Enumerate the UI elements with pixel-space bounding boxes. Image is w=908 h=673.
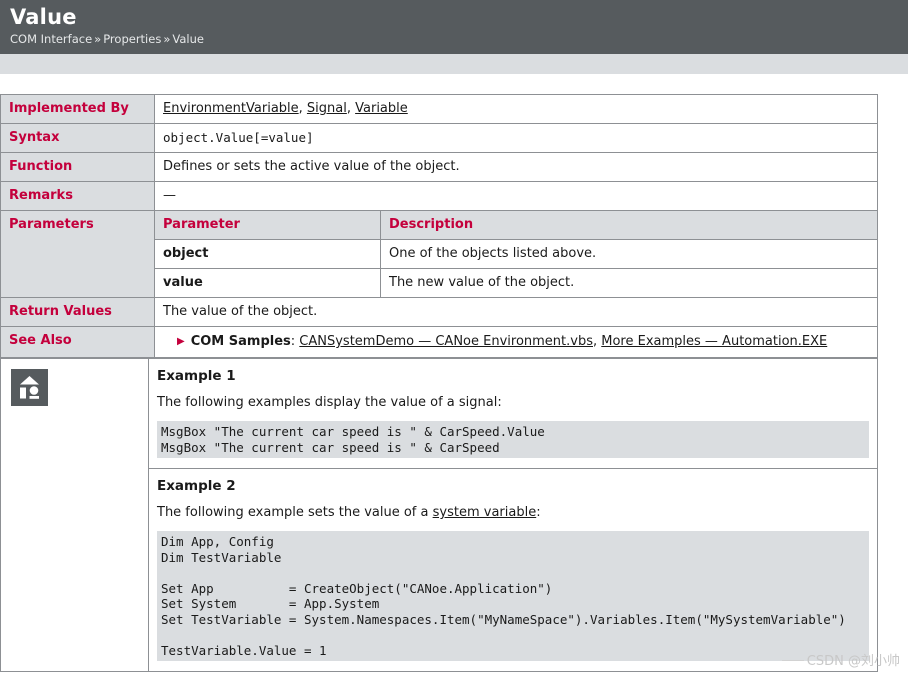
- link-separator: ,: [346, 101, 356, 116]
- table-row-return-values: Return Values The value of the object.: [0, 297, 878, 327]
- link-separator: ,: [298, 101, 307, 116]
- table-row-syntax: Syntax object.Value[=value]: [0, 123, 878, 153]
- row-value-remarks: —: [154, 181, 878, 211]
- triangle-right-icon: ▶: [177, 336, 185, 347]
- example-1-title: Example 1: [157, 368, 236, 384]
- code-line: Set App = CreateObject("CANoe.Applicatio…: [161, 580, 553, 596]
- examples-icon-cell: [0, 358, 149, 672]
- table-row-remarks: Remarks —: [0, 181, 878, 211]
- table-row-parameters: Parameters Parameter Description object …: [0, 210, 878, 298]
- param-desc-object: One of the objects listed above.: [380, 239, 877, 269]
- row-label-function: Function: [0, 152, 155, 182]
- example-2-text-before: The following example sets the value of …: [157, 505, 433, 520]
- table-row-implemented-by: Implemented By EnvironmentVariable, Sign…: [0, 94, 878, 124]
- link-variable[interactable]: Variable: [355, 101, 408, 116]
- breadcrumb-separator: »: [163, 32, 171, 46]
- row-label-implemented-by: Implemented By: [0, 94, 155, 124]
- example-2-code: Dim App, Config Dim TestVariable Set App…: [157, 531, 869, 661]
- example-2-title: Example 2: [157, 478, 236, 494]
- code-line: Set TestVariable = System.Namespaces.Ite…: [161, 611, 846, 627]
- table-row-see-also: See Also ▶ COM Samples: CANSystemDemo — C…: [0, 326, 878, 358]
- code-line: Dim TestVariable: [161, 549, 282, 565]
- example-2-cell: Example 2 The following example sets the…: [148, 468, 878, 672]
- page-title: Value: [10, 5, 77, 29]
- breadcrumb: COM Interface» Properties» Value: [10, 31, 898, 47]
- table-row: object One of the objects listed above.: [155, 239, 877, 269]
- parameters-table: Parameter Description object One of the …: [155, 211, 877, 297]
- code-line: TestVariable.Value = 1: [161, 642, 327, 658]
- row-value-implemented-by: EnvironmentVariable, Signal, Variable: [154, 94, 878, 124]
- main-content: Implemented By EnvironmentVariable, Sign…: [0, 94, 908, 672]
- row-value-see-also: ▶ COM Samples: CANSystemDemo — CANoe Envi…: [154, 326, 878, 358]
- row-value-function: Defines or sets the active value of the …: [154, 152, 878, 182]
- row-value-return-values: The value of the object.: [154, 297, 878, 327]
- row-label-remarks: Remarks: [0, 181, 155, 211]
- page-header: Value COM Interface» Properties» Value: [0, 0, 908, 54]
- breadcrumb-item-properties[interactable]: Properties: [103, 32, 161, 46]
- examples-table: Example 1 The following examples display…: [0, 358, 878, 672]
- row-label-see-also: See Also: [0, 326, 155, 358]
- spec-table: Implemented By EnvironmentVariable, Sign…: [0, 94, 878, 358]
- code-line: Dim App, Config: [161, 534, 274, 549]
- param-column-header-parameter: Parameter: [155, 211, 381, 240]
- link-signal[interactable]: Signal: [307, 101, 347, 116]
- code-line: Set System = App.System: [161, 596, 380, 611]
- see-also-entry-label: COM Samples: [190, 334, 291, 349]
- link-environmentvariable[interactable]: EnvironmentVariable: [163, 101, 299, 116]
- table-row-example-1: Example 1 The following examples display…: [0, 358, 878, 672]
- breadcrumb-item-value: Value: [172, 32, 204, 46]
- breadcrumb-item-com-interface[interactable]: COM Interface: [10, 32, 92, 46]
- param-column-header-description: Description: [380, 211, 877, 240]
- example-2-text-after: :: [536, 505, 541, 520]
- param-name-value: value: [155, 268, 381, 297]
- see-also-colon: :: [290, 334, 296, 349]
- row-label-syntax: Syntax: [0, 123, 155, 153]
- example-1-text: The following examples display the value…: [157, 395, 502, 410]
- home-building-icon[interactable]: [11, 369, 48, 406]
- example-2-text: The following example sets the value of …: [157, 505, 869, 520]
- param-name-object: object: [155, 239, 381, 269]
- row-value-parameters: Parameter Description object One of the …: [154, 210, 878, 298]
- header-underbar: [0, 54, 908, 74]
- link-system-variable[interactable]: system variable: [433, 505, 537, 520]
- param-desc-value: The new value of the object.: [380, 268, 877, 297]
- row-label-parameters: Parameters: [0, 210, 155, 298]
- breadcrumb-separator: »: [94, 32, 102, 46]
- table-row: value The new value of the object.: [155, 268, 877, 297]
- table-row-function: Function Defines or sets the active valu…: [0, 152, 878, 182]
- row-value-syntax: object.Value[=value]: [154, 123, 878, 153]
- parameters-header-row: Parameter Description: [155, 211, 877, 240]
- example-1-cell: Example 1 The following examples display…: [148, 358, 878, 469]
- link-cansystemdemo-sample[interactable]: CANSystemDemo — CANoe Environment.vbs: [299, 334, 593, 349]
- link-more-examples-automation[interactable]: More Examples — Automation.EXE: [601, 334, 827, 349]
- row-label-return-values: Return Values: [0, 297, 155, 327]
- example-1-code: MsgBox "The current car speed is " & Car…: [157, 421, 869, 458]
- see-also-entry: ▶ COM Samples: CANSystemDemo — CANoe Envi…: [155, 327, 877, 357]
